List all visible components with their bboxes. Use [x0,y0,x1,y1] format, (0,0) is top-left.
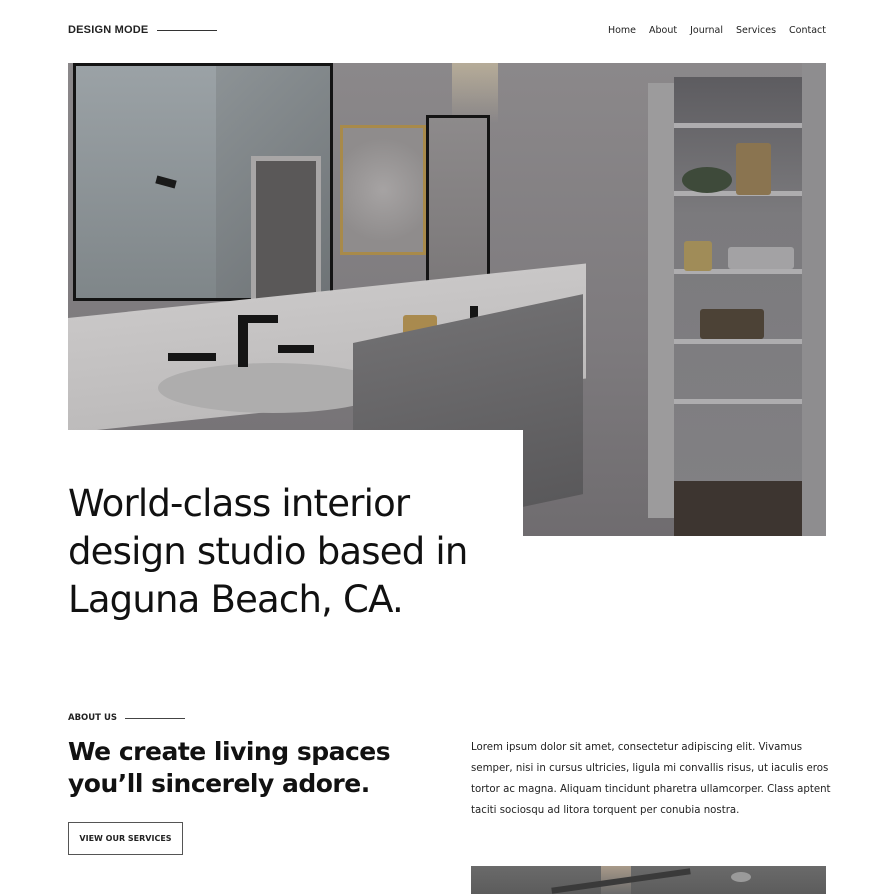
door-frame [648,83,676,518]
faucet-handle-left [168,353,216,361]
site-logo[interactable]: DESIGN MODE [68,24,218,36]
shelf [674,399,802,404]
mirror-left [73,63,333,301]
plant [682,167,732,193]
nav-services[interactable]: Services [736,25,776,36]
faucet-handle-right [278,345,314,353]
nav-about[interactable]: About [649,25,677,36]
nav-journal[interactable]: Journal [690,25,723,36]
mirror-right [426,115,490,301]
vanity-light [452,63,498,123]
shelf [674,123,802,128]
nav-home[interactable]: Home [608,25,636,36]
view-services-button[interactable]: VIEW OUR SERVICES [68,822,183,855]
closet-wall [802,63,826,536]
logo-divider-line [157,29,218,31]
recessed-light [731,872,751,882]
shelf [674,339,802,344]
gold-candle [684,241,712,271]
hero-title: World-class interior design studio based… [68,482,468,621]
shower-reflection [76,66,216,298]
towels [728,247,794,269]
wall-art [340,125,426,255]
about-label-text: ABOUT US [68,713,117,723]
gold-lantern [736,143,771,195]
secondary-image [471,866,826,894]
about-body: Lorem ipsum dolor sit amet, consectetur … [471,742,831,816]
faucet-spout [238,315,278,323]
closet-floor [674,481,802,536]
about-label-line [124,717,185,719]
main-nav: Home About Journal Services Contact [608,25,826,36]
door-reflection [251,156,321,301]
nav-contact[interactable]: Contact [789,25,826,36]
logo-text: DESIGN MODE [68,24,149,36]
about-label: ABOUT US [68,713,185,723]
decor-boxes [700,309,764,339]
about-title: We create living spaces you’ll sincerely… [68,737,391,798]
